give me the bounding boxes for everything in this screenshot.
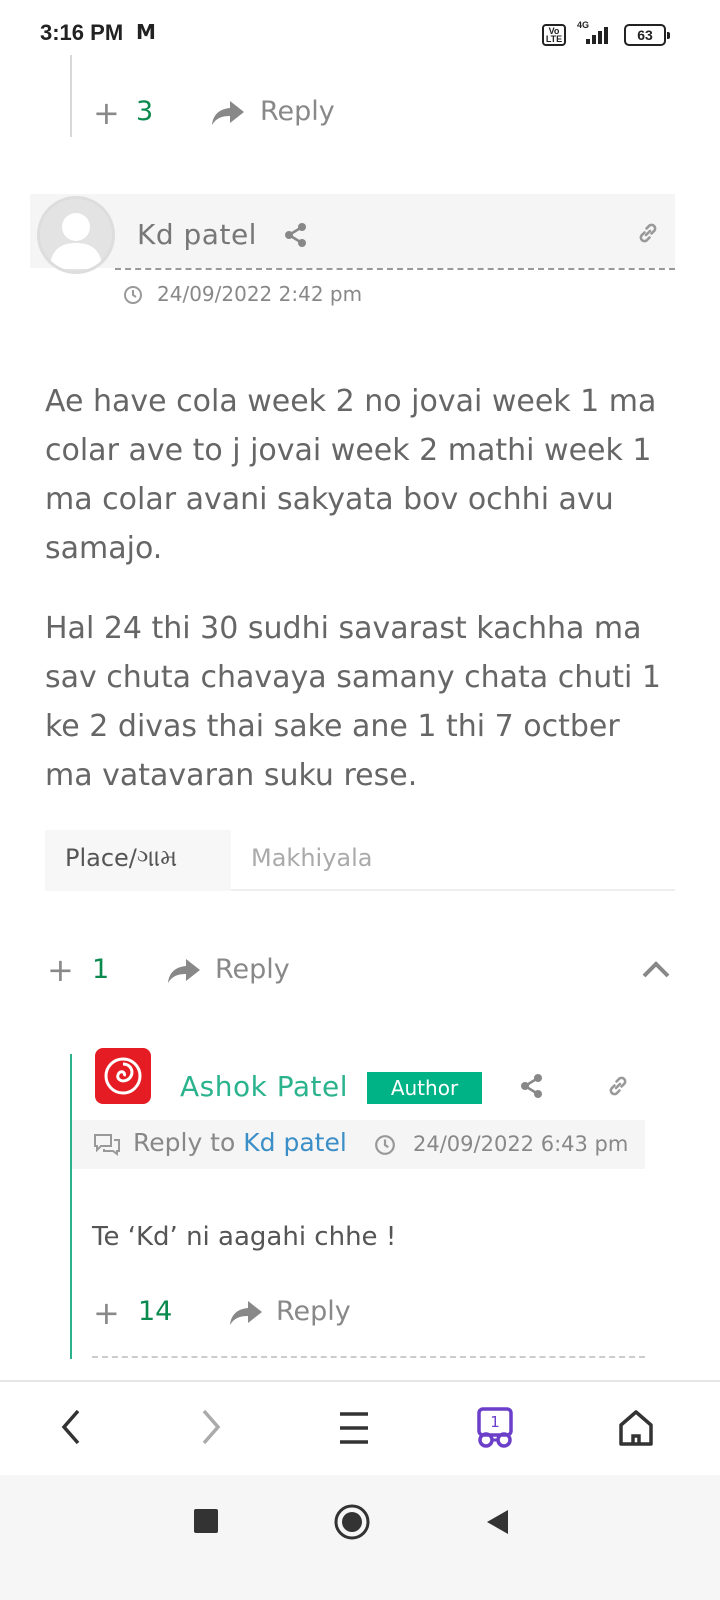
reply-button[interactable]: Reply: [260, 96, 335, 127]
status-time: 3:16 PM: [40, 20, 124, 45]
link-icon[interactable]: [636, 220, 660, 246]
home-circle-icon[interactable]: [333, 1503, 371, 1541]
reply-to-prefix: Reply to: [133, 1128, 236, 1157]
system-nav-bar: [0, 1475, 720, 1600]
back-icon[interactable]: [58, 1407, 84, 1447]
home-icon[interactable]: [617, 1408, 655, 1448]
place-field: Place/ગામ Makhiyala: [45, 830, 675, 891]
comment-header: [30, 194, 675, 268]
tabs-button[interactable]: 1: [474, 1406, 516, 1450]
author-badge: Author: [367, 1072, 482, 1104]
thread-line: [70, 1054, 72, 1359]
comment-timestamp: 24/09/2022 2:42 pm: [157, 282, 363, 306]
avatar[interactable]: [37, 196, 115, 274]
vote-count: 1: [92, 954, 110, 985]
tab-count: 1: [490, 1413, 500, 1431]
thread-line: [70, 55, 72, 137]
comment-paragraph: Hal 24 thi 30 sudhi savarast kachha ma s…: [45, 611, 661, 793]
browser-toolbar: 1: [0, 1380, 720, 1475]
battery-icon: 63: [624, 24, 670, 46]
clock-icon: [124, 286, 142, 304]
forward-icon[interactable]: [198, 1407, 224, 1447]
reply-author[interactable]: Ashok Patel: [180, 1070, 348, 1103]
reply-arrow-icon[interactable]: [166, 956, 202, 986]
reply-divider: [92, 1356, 645, 1358]
comments-icon: [94, 1134, 120, 1156]
user-silhouette-icon: [50, 213, 102, 269]
reply-text: Te ‘Kd’ ni aagahi chhe !: [92, 1222, 397, 1252]
volte-icon: Vo LTE: [542, 24, 566, 46]
header-divider: [115, 268, 675, 270]
clock-icon: [375, 1135, 395, 1155]
spiral-logo-icon: [104, 1057, 142, 1095]
signal-icon: [586, 26, 616, 44]
reply-to: Reply to Kd patel: [133, 1128, 347, 1157]
upvote-plus-icon[interactable]: +: [93, 1294, 120, 1332]
reply-to-link[interactable]: Kd patel: [243, 1128, 347, 1157]
gmail-icon: M: [136, 20, 156, 44]
link-icon[interactable]: [606, 1073, 630, 1099]
recents-icon[interactable]: [194, 1509, 218, 1533]
upvote-plus-icon[interactable]: +: [47, 951, 74, 989]
reply-arrow-icon[interactable]: [210, 98, 246, 128]
back-triangle-icon[interactable]: [484, 1508, 510, 1536]
upvote-plus-icon[interactable]: +: [93, 94, 120, 132]
comment-paragraph: Ae have cola week 2 no jovai week 1 ma c…: [45, 384, 657, 566]
vote-count: 3: [136, 96, 154, 127]
avatar[interactable]: [95, 1048, 151, 1104]
reply-arrow-icon[interactable]: [228, 1298, 264, 1328]
reply-timestamp: 24/09/2022 6:43 pm: [413, 1132, 629, 1156]
vote-count: 14: [138, 1296, 173, 1327]
place-label: Place/ગામ: [45, 830, 231, 891]
share-icon[interactable]: [284, 222, 308, 248]
reply-button[interactable]: Reply: [276, 1296, 351, 1327]
reply-button[interactable]: Reply: [215, 954, 290, 985]
collapse-chevron-icon[interactable]: [640, 958, 672, 980]
place-value: Makhiyala: [251, 844, 373, 872]
share-icon[interactable]: [520, 1073, 544, 1099]
menu-icon[interactable]: [338, 1410, 370, 1446]
comment-author[interactable]: Kd patel: [137, 218, 257, 251]
